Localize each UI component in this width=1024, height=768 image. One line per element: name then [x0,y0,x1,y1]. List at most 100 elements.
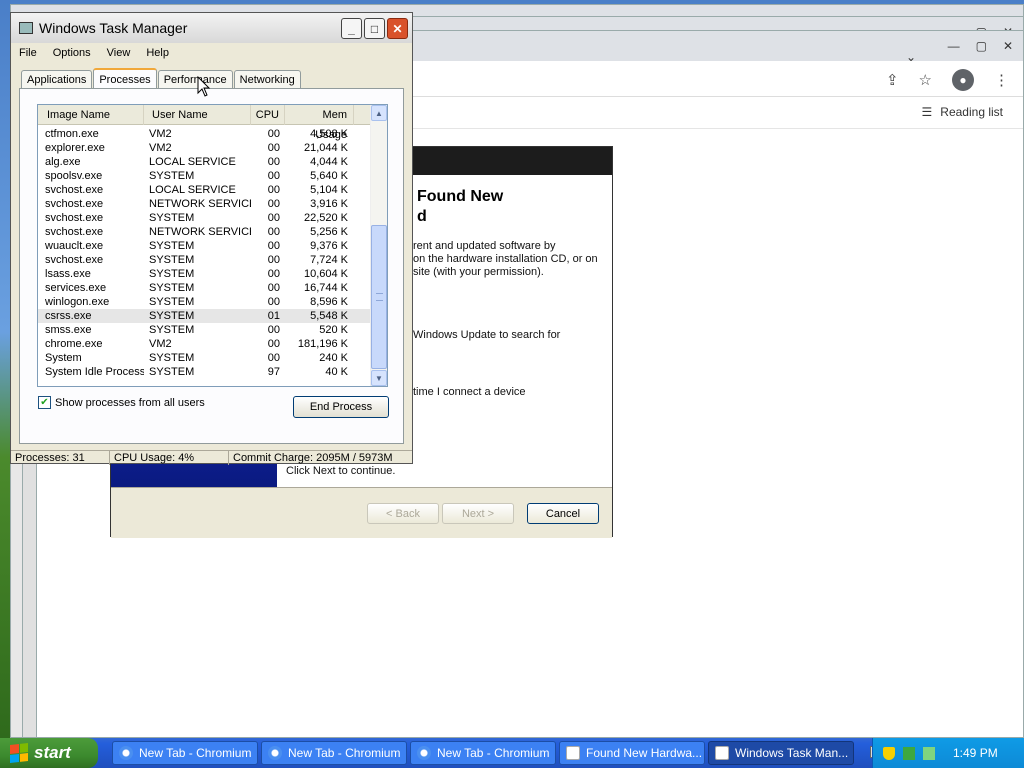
process-list-scrollbar[interactable]: ▲ ▼ [370,105,387,386]
share-icon[interactable]: ⇪ [886,71,899,89]
close-button[interactable]: ✕ [387,18,408,39]
menu-options[interactable]: Options [45,47,99,59]
process-row[interactable]: explorer.exe VM2 00 21,044 K [38,141,370,155]
scroll-up-button[interactable]: ▲ [371,105,387,121]
column-cpu[interactable]: CPU [251,105,285,125]
process-name: ctfmon.exe [45,128,99,140]
process-row[interactable]: svchost.exe NETWORK SERVICE 00 5,256 K [38,225,370,239]
process-cpu: 00 [267,184,280,196]
clock[interactable]: 1:49 PM [953,746,998,760]
tab-networking[interactable]: Networking [233,70,301,89]
profile-icon[interactable]: ● [952,69,974,91]
process-cpu: 00 [267,282,280,294]
menu-bar: File Options View Help [11,43,412,63]
taskbar: start New Tab - Chromium New Tab - Chrom… [0,738,1024,768]
process-row[interactable]: ctfmon.exe VM2 00 4,508 K [38,127,370,141]
process-row[interactable]: svchost.exe SYSTEM 00 7,724 K [38,253,370,267]
process-name: explorer.exe [45,142,105,154]
menu-icon[interactable]: ⋮ [994,71,1009,89]
process-row[interactable]: services.exe SYSTEM 00 16,744 K [38,281,370,295]
maximize-icon[interactable]: ▢ [976,39,987,53]
minimize-icon[interactable]: — [948,39,960,53]
task-manager-window: Windows Task Manager _ □ ✕ File Options … [10,12,413,465]
process-mem: 5,548 K [310,310,348,322]
process-row[interactable]: smss.exe SYSTEM 00 520 K [38,323,370,337]
process-row[interactable]: csrss.exe SYSTEM 01 5,548 K [38,309,370,323]
process-user: SYSTEM [149,366,195,378]
process-mem: 181,196 K [297,338,348,350]
process-list[interactable]: Image Name User Name CPU Mem Usage ctfmo… [37,104,388,387]
start-button[interactable]: start [0,738,98,768]
process-row[interactable]: alg.exe LOCAL SERVICE 00 4,044 K [38,155,370,169]
back-button[interactable]: < Back [367,503,439,524]
reading-list-button[interactable]: ☰ Reading list [922,105,1003,119]
reading-list-label: Reading list [940,105,1003,119]
process-mem: 240 K [319,352,348,364]
taskbar-buttons: New Tab - Chromium New Tab - Chromium Ne… [112,741,854,765]
process-list-header: Image Name User Name CPU Mem Usage [38,105,370,141]
process-name: svchost.exe [45,184,104,196]
process-row[interactable]: svchost.exe LOCAL SERVICE 00 5,104 K [38,183,370,197]
status-bar: Processes: 31 CPU Usage: 4% Commit Charg… [11,450,412,465]
wizard-option-connect-device[interactable]: time I connect a device [413,386,526,399]
arrow-down-icon: ▼ [375,373,383,383]
process-row[interactable]: System SYSTEM 00 240 K [38,351,370,365]
column-mem-usage[interactable]: Mem Usage [285,105,354,141]
show-all-processes[interactable]: ✔ Show processes from all users [38,396,205,409]
wizard-option-windows-update[interactable]: Windows Update to search for [413,329,560,342]
menu-file[interactable]: File [11,47,45,59]
maximize-button[interactable]: □ [364,18,385,39]
process-user: SYSTEM [149,212,195,224]
task-manager-titlebar[interactable]: Windows Task Manager _ □ ✕ [11,13,412,43]
taskbar-item-task-manager[interactable]: Windows Task Man... [708,741,854,765]
network-icon[interactable] [903,746,915,760]
process-row[interactable]: svchost.exe SYSTEM 00 22,520 K [38,211,370,225]
process-row[interactable]: chrome.exe VM2 00 181,196 K [38,337,370,351]
menu-help[interactable]: Help [138,47,177,59]
next-button[interactable]: Next > [442,503,514,524]
process-user: SYSTEM [149,296,195,308]
close-icon[interactable]: ✕ [1003,39,1013,53]
column-user-name[interactable]: User Name [144,105,251,125]
process-mem: 22,520 K [303,212,348,224]
wizard-intro-text: rent and updated software by on the hard… [413,240,598,279]
taskbar-item-chromium-2[interactable]: New Tab - Chromium [261,741,407,765]
process-name: lsass.exe [45,268,91,280]
scroll-thumb[interactable] [371,225,387,369]
volume-icon[interactable] [923,746,935,760]
process-mem: 7,724 K [310,254,348,266]
tab-applications[interactable]: Applications [21,70,93,89]
end-process-button[interactable]: End Process [293,396,389,418]
process-mem: 520 K [319,324,348,336]
taskbar-item-found-new-hardware[interactable]: Found New Hardwa... [559,741,705,765]
minimize-button[interactable]: _ [341,18,362,39]
process-cpu: 00 [267,268,280,280]
close-icon: ✕ [392,21,403,36]
star-icon[interactable]: ☆ [919,71,932,89]
wizard-heading-line1: Found New [417,188,504,205]
grip-icon [376,293,383,301]
column-image-name[interactable]: Image Name [38,105,144,125]
tab-processes[interactable]: Processes [93,68,157,90]
tab-search-chevron-icon[interactable]: ⌄ [906,50,916,64]
process-row[interactable]: lsass.exe SYSTEM 00 10,604 K [38,267,370,281]
security-shield-icon[interactable] [883,746,895,760]
taskmgr-icon [715,746,729,760]
wizard-click-next-text: Click Next to continue. [286,465,396,477]
process-row[interactable]: System Idle Process SYSTEM 97 40 K [38,365,370,379]
menu-view[interactable]: View [99,47,139,59]
process-row[interactable]: winlogon.exe SYSTEM 00 8,596 K [38,295,370,309]
taskbar-item-chromium-3[interactable]: New Tab - Chromium [410,741,556,765]
process-row[interactable]: spoolsv.exe SYSTEM 00 5,640 K [38,169,370,183]
process-row[interactable]: svchost.exe NETWORK SERVICE 00 3,916 K [38,197,370,211]
tab-performance[interactable]: Performance [157,70,233,89]
process-row[interactable]: wuauclt.exe SYSTEM 00 9,376 K [38,239,370,253]
scroll-down-button[interactable]: ▼ [371,370,387,386]
minimize-icon: _ [348,21,355,36]
process-user: SYSTEM [149,240,195,252]
show-all-checkbox[interactable]: ✔ [38,396,51,409]
taskbar-item-chromium-1[interactable]: New Tab - Chromium [112,741,258,765]
process-user: VM2 [149,128,172,140]
cancel-button[interactable]: Cancel [527,503,599,524]
process-user: VM2 [149,142,172,154]
